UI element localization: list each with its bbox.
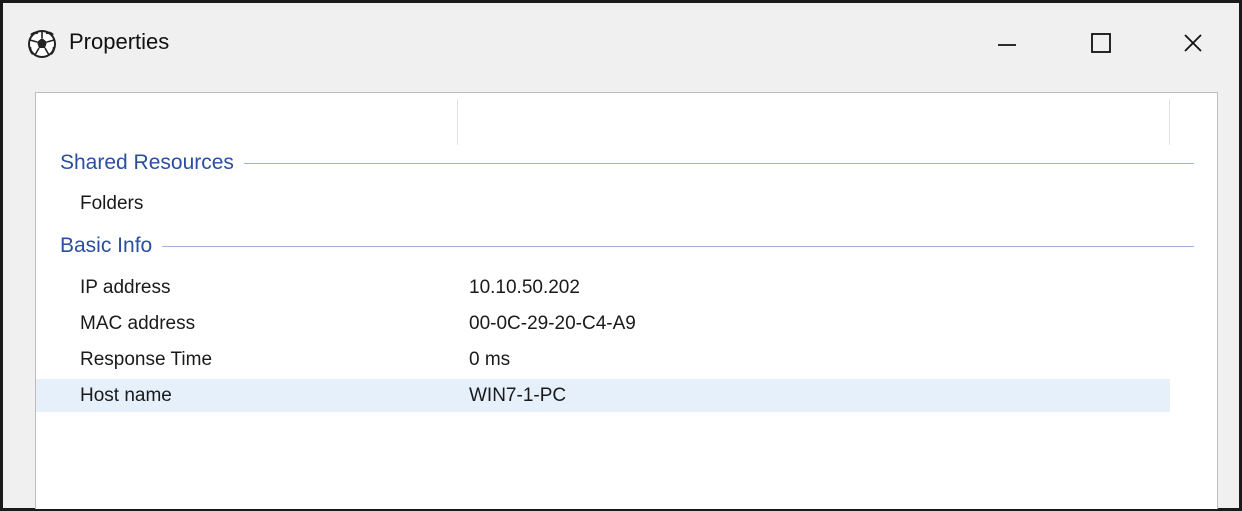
window-title: Properties (69, 29, 170, 54)
column-separator[interactable] (1169, 99, 1170, 145)
item-label: IP address (80, 277, 171, 298)
list-item-folders[interactable]: Folders (36, 187, 1170, 220)
group-header-label: Shared Resources (60, 151, 234, 174)
list-item-host-name[interactable]: Host name WIN7-1-PC (36, 379, 1170, 412)
item-label: MAC address (80, 313, 196, 334)
list-item-mac-address[interactable]: MAC address 00-0C-29-20-C4-A9 (36, 307, 1170, 340)
item-label: Folders (80, 193, 144, 214)
column-separator[interactable] (457, 99, 458, 145)
item-value: 10.10.50.202 (469, 277, 580, 298)
list-item-response-time[interactable]: Response Time 0 ms (36, 343, 1170, 376)
close-button[interactable] (1163, 15, 1223, 71)
column-header[interactable] (36, 93, 1217, 145)
close-icon (1184, 34, 1202, 52)
properties-window: Properties Shared Resources Folders Basi… (0, 0, 1242, 511)
group-header-basic-info: Basic Info (60, 234, 1194, 258)
maximize-icon (1091, 33, 1111, 53)
minimize-icon (998, 44, 1016, 46)
list-item-ip-address[interactable]: IP address 10.10.50.202 (36, 271, 1170, 304)
item-value: WIN7-1-PC (469, 385, 567, 406)
item-label: Host name (80, 385, 172, 406)
item-label: Response Time (80, 349, 213, 370)
item-value: 00-0C-29-20-C4-A9 (469, 313, 636, 334)
soccer-ball-icon (28, 30, 56, 58)
properties-list[interactable]: Shared Resources Folders Basic Info IP a… (35, 92, 1218, 509)
minimize-button[interactable] (977, 15, 1037, 71)
group-divider (162, 245, 1194, 247)
group-header-shared-resources: Shared Resources (60, 151, 1194, 175)
maximize-button[interactable] (1071, 15, 1131, 71)
group-divider (243, 162, 1194, 164)
item-value: 0 ms (469, 349, 511, 370)
title-bar[interactable]: Properties (3, 3, 1239, 79)
group-header-label: Basic Info (60, 234, 153, 257)
